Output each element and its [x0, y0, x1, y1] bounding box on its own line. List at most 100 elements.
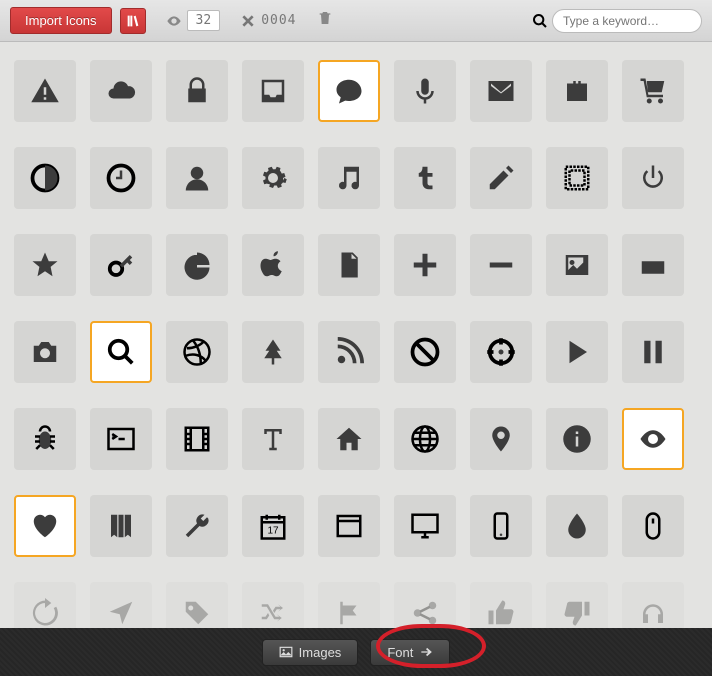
heart-icon — [30, 511, 60, 541]
icon-cell-dribbble[interactable] — [166, 321, 228, 383]
icon-cell-bookmarks[interactable] — [90, 495, 152, 557]
icon-cell-film[interactable] — [166, 408, 228, 470]
dribbble-icon — [182, 337, 212, 367]
thumbs-down-icon — [562, 598, 592, 628]
icon-cell-window[interactable] — [318, 495, 380, 557]
icon-cell-camera[interactable] — [14, 321, 76, 383]
pie-chart-icon — [182, 250, 212, 280]
tree-icon — [258, 337, 288, 367]
play-icon — [562, 337, 592, 367]
icon-cell-folder[interactable] — [622, 234, 684, 296]
icon-cell-plus[interactable] — [394, 234, 456, 296]
icon-cell-terminal[interactable] — [90, 408, 152, 470]
images-button[interactable]: Images — [262, 639, 359, 666]
folder-icon — [638, 250, 668, 280]
flag-icon — [334, 598, 364, 628]
icon-cell-briefcase-lock[interactable] — [546, 60, 608, 122]
font-button-label: Font — [387, 645, 413, 660]
icon-cell-info[interactable] — [546, 408, 608, 470]
icon-cell-cog[interactable] — [242, 147, 304, 209]
crosshair-icon — [486, 337, 516, 367]
icon-cell-chat[interactable] — [318, 60, 380, 122]
icon-cell-cloud[interactable] — [90, 60, 152, 122]
icon-cell-warning[interactable] — [14, 60, 76, 122]
icon-cell-document[interactable] — [318, 234, 380, 296]
stamp-icon — [562, 163, 592, 193]
close-icon — [240, 13, 256, 29]
import-icons-button[interactable]: Import Icons — [10, 7, 112, 34]
icon-cell-star[interactable] — [14, 234, 76, 296]
icon-cell-mobile[interactable] — [470, 495, 532, 557]
icon-cell-microphone[interactable] — [394, 60, 456, 122]
bug-icon — [30, 424, 60, 454]
icon-cell-eye[interactable] — [622, 408, 684, 470]
icon-cell-rss[interactable] — [318, 321, 380, 383]
cog-icon — [258, 163, 288, 193]
rss-icon — [334, 337, 364, 367]
icon-cell-heart[interactable] — [14, 495, 76, 557]
icon-cell-bug[interactable] — [14, 408, 76, 470]
document-icon — [334, 250, 364, 280]
icon-cell-user[interactable] — [166, 147, 228, 209]
icon-cell-crosshair[interactable] — [470, 321, 532, 383]
icon-cell-envelope[interactable] — [470, 60, 532, 122]
icon-cell-globe[interactable] — [394, 408, 456, 470]
icon-cell-play[interactable] — [546, 321, 608, 383]
envelope-icon — [486, 76, 516, 106]
library-button[interactable] — [120, 8, 146, 34]
search-input[interactable] — [552, 9, 702, 33]
icon-cell-apple[interactable] — [242, 234, 304, 296]
icon-cell-clock[interactable] — [90, 147, 152, 209]
icon-cell-search[interactable] — [90, 321, 152, 383]
icon-cell-power[interactable] — [622, 147, 684, 209]
icon-cell-tumblr[interactable] — [394, 147, 456, 209]
icon-cell-cart[interactable] — [622, 60, 684, 122]
icon-cell-droplet[interactable] — [546, 495, 608, 557]
icon-cell-pencil[interactable] — [470, 147, 532, 209]
image-icon — [279, 645, 293, 659]
film-icon — [182, 424, 212, 454]
icon-cell-pause[interactable] — [622, 321, 684, 383]
camera-icon — [30, 337, 60, 367]
search-icon — [532, 13, 548, 29]
topbar: Import Icons 32 0004 — [0, 0, 712, 42]
trash-button[interactable] — [317, 10, 333, 31]
icon-cell-mouse[interactable] — [622, 495, 684, 557]
pencil-icon — [486, 163, 516, 193]
chat-icon — [334, 76, 364, 106]
clock-icon — [106, 163, 136, 193]
icon-cell-calendar[interactable] — [242, 495, 304, 557]
books-icon — [125, 13, 141, 29]
mobile-icon — [486, 511, 516, 541]
lock-icon — [182, 76, 212, 106]
location-arrow-icon — [106, 598, 136, 628]
bookmarks-icon — [106, 511, 136, 541]
font-button[interactable]: Font — [370, 639, 450, 666]
icon-cell-key[interactable] — [90, 234, 152, 296]
visible-count-stat: 32 — [166, 10, 221, 31]
headphones-icon — [638, 598, 668, 628]
icon-cell-ban[interactable] — [394, 321, 456, 383]
droplet-icon — [562, 511, 592, 541]
icon-cell-music[interactable] — [318, 147, 380, 209]
glyph-code-stat: 0004 — [240, 13, 296, 29]
marker-icon — [486, 424, 516, 454]
image-icon — [562, 250, 592, 280]
icon-cell-pie-chart[interactable] — [166, 234, 228, 296]
icon-cell-stamp[interactable] — [546, 147, 608, 209]
icon-cell-inbox[interactable] — [242, 60, 304, 122]
icon-cell-wrench[interactable] — [166, 495, 228, 557]
icon-cell-contrast[interactable] — [14, 147, 76, 209]
icon-cell-minus[interactable] — [470, 234, 532, 296]
search-wrap — [532, 9, 702, 33]
ban-icon — [410, 337, 440, 367]
window-icon — [334, 511, 364, 541]
icon-cell-text[interactable] — [242, 408, 304, 470]
icon-cell-home[interactable] — [318, 408, 380, 470]
icon-cell-tree[interactable] — [242, 321, 304, 383]
eye-icon — [166, 13, 182, 29]
icon-cell-image[interactable] — [546, 234, 608, 296]
icon-cell-lock[interactable] — [166, 60, 228, 122]
icon-cell-desktop[interactable] — [394, 495, 456, 557]
icon-cell-marker[interactable] — [470, 408, 532, 470]
